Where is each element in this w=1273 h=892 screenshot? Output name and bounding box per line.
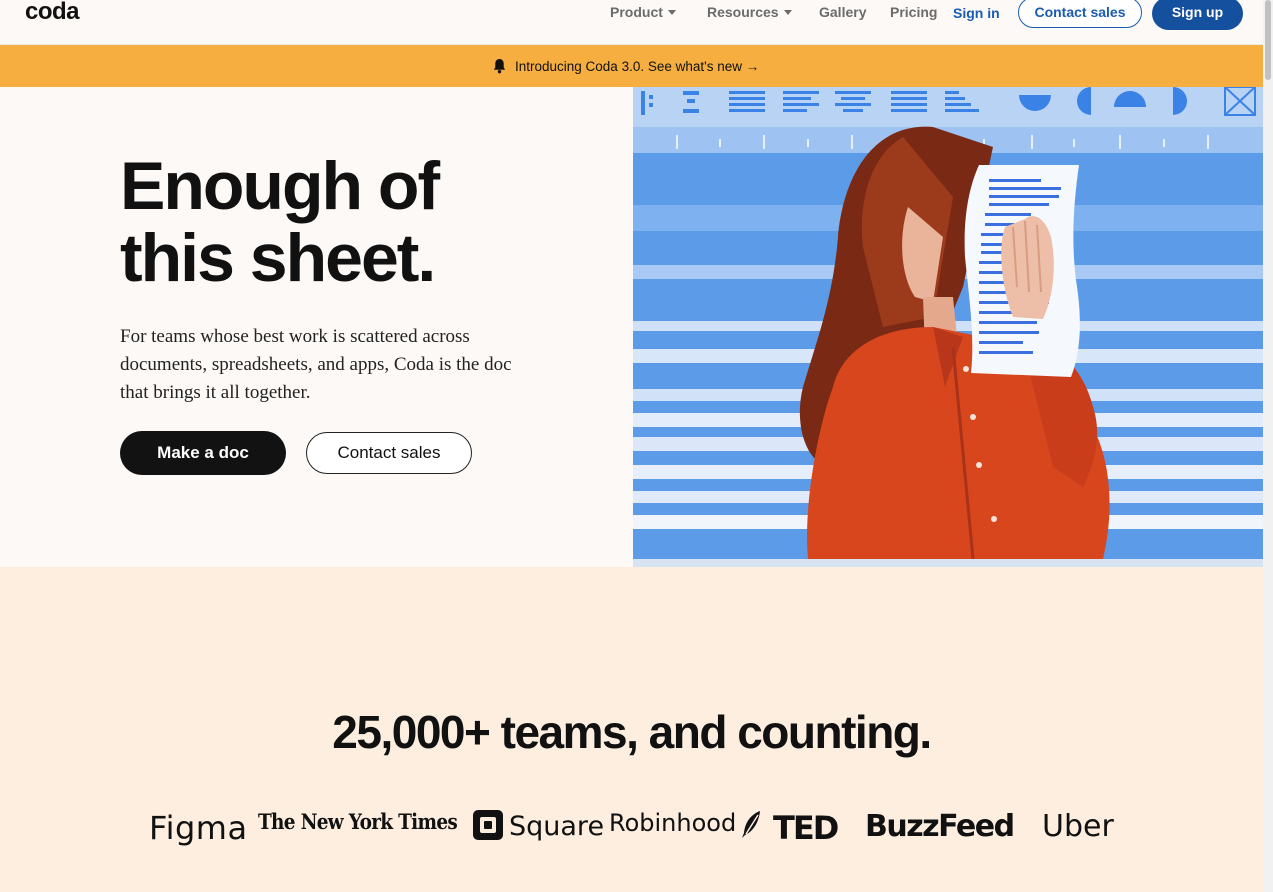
hero-contact-sales-button[interactable]: Contact sales [306, 432, 472, 474]
announcement-banner[interactable]: Introducing Coda 3.0. See what's new → [0, 45, 1263, 87]
square-icon [473, 810, 503, 840]
headline-line-2: this sheet. [120, 220, 436, 296]
hero-subtitle: For teams whose best work is scattered a… [120, 326, 512, 403]
chevron-down-icon [783, 10, 792, 15]
square-logo-text: Square [509, 811, 605, 842]
sign-up-button[interactable]: Sign up [1152, 0, 1243, 30]
hero-illustration [633, 87, 1263, 559]
feather-icon [742, 811, 761, 838]
nav-product-label: Product [610, 4, 663, 20]
uber-logo: Uber [1042, 809, 1114, 844]
sign-in-link[interactable]: Sign in [953, 5, 1000, 21]
page-scrollbar[interactable] [1263, 0, 1273, 892]
nav-resources[interactable]: Resources [707, 5, 792, 19]
nav-product[interactable]: Product [610, 5, 676, 19]
teams-title: 25,000+ teams, and counting. [332, 706, 932, 758]
ted-logo: TED [773, 809, 839, 847]
nav-gallery[interactable]: Gallery [819, 5, 866, 19]
figma-logo: Figma [149, 809, 248, 847]
social-proof-section: 25,000+ teams, and counting. Figma The N… [0, 567, 1263, 892]
woman-holding-document-image [633, 87, 1263, 559]
coda-logo[interactable]: coda [25, 0, 80, 26]
nav-resources-label: Resources [707, 4, 779, 20]
chevron-down-icon [667, 10, 676, 15]
banner-text[interactable]: Introducing Coda 3.0. See what's new → [515, 59, 759, 74]
headline-line-1: Enough of [120, 148, 440, 224]
scrollbar-thumb[interactable] [1265, 0, 1271, 80]
buzzfeed-logo: BuzzFeed [865, 809, 1015, 844]
nav-contact-sales-button[interactable]: Contact sales [1018, 0, 1142, 28]
bell-icon [493, 58, 506, 74]
nav-pricing[interactable]: Pricing [890, 5, 937, 19]
make-a-doc-button[interactable]: Make a doc [120, 431, 286, 475]
hero-image-border [633, 559, 1263, 567]
hero-headline: Enough of this sheet. [120, 148, 440, 296]
top-nav: coda Product Resources Gallery Pricing S… [0, 0, 1263, 45]
robinhood-logo-text: Robinhood [609, 809, 737, 837]
square-logo: Square [472, 809, 604, 842]
robinhood-logo: Robinhood [609, 809, 762, 839]
new-york-times-logo: The New York Times [258, 809, 458, 834]
